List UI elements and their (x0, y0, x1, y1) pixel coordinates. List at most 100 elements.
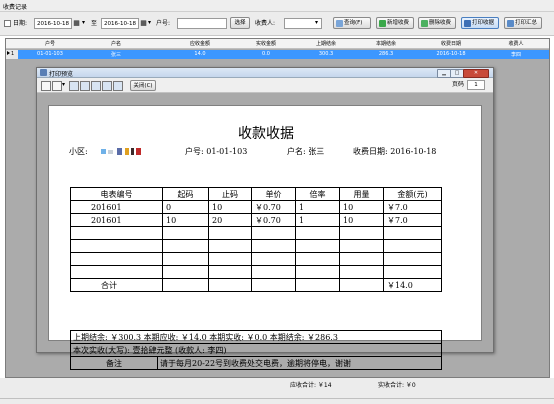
meter-table-cell (339, 226, 384, 240)
paid-row: 本次实收(大写): 壹拾肆元整 (收款人: 李四) (69, 343, 443, 357)
select-button[interactable]: 选择 (230, 17, 250, 29)
meter-table-cell (339, 252, 384, 266)
date-filter-checkbox[interactable] (4, 20, 11, 27)
table-row (70, 239, 442, 253)
meter-table-cell: 20 (208, 213, 252, 227)
meter-table-cell (251, 252, 296, 266)
account-label: 户号: 01-01-103 (185, 147, 247, 157)
column-header-collector[interactable]: 收费人 (486, 40, 546, 47)
meter-table-cell (383, 252, 442, 266)
date-label-text: 收费日期: (353, 147, 388, 156)
minimize-icon[interactable]: ▁ (437, 69, 451, 78)
meter-table-cell: ￥0.70 (251, 200, 296, 214)
table-row[interactable]: 1 01-01-103 张三 14.0 0.0 300.3 286.3 2016… (6, 50, 549, 59)
six-page-icon[interactable] (113, 81, 123, 91)
new-charge-button[interactable]: 新增收费 (376, 17, 414, 29)
account-input[interactable] (177, 18, 227, 29)
three-page-icon[interactable] (91, 81, 101, 91)
maximize-icon[interactable]: □ (450, 69, 464, 78)
row-number: 1 (11, 51, 15, 57)
zoom-icon[interactable] (52, 81, 62, 91)
cell-cur-balance[interactable]: 286.3 (356, 51, 416, 57)
receipt-footer-table: 上期结余: ￥300.3 本期应收: ￥14.0 本期实收: ￥0.0 本期结余… (69, 330, 443, 370)
column-header-prev-balance[interactable]: 上期结余 (296, 40, 356, 47)
remark-label: 备注 (70, 356, 158, 370)
meter-table-cell (383, 239, 442, 253)
window-title: 收费记录 (3, 4, 28, 11)
meter-table-cell (295, 226, 340, 240)
table-row (70, 265, 442, 279)
meter-table-cell (295, 239, 340, 253)
one-page-icon[interactable] (69, 81, 79, 91)
meter-table-cell (70, 239, 163, 253)
column-header-cur-balance[interactable]: 本期结余 (356, 40, 416, 47)
zoom-dropdown-icon[interactable]: ▾ (62, 81, 65, 89)
date-to-dropdown-icon[interactable]: ▾ (82, 19, 85, 27)
cell-collector[interactable]: 李四 (486, 51, 546, 58)
preview-titlebar: 打印预览 ▁ □ ✕ (37, 68, 493, 78)
cell-receivable[interactable]: 14.0 (170, 51, 230, 57)
to-label: 至 (91, 20, 98, 27)
add-icon (379, 20, 386, 27)
print-summary-button[interactable]: 打印汇总 (504, 17, 542, 29)
table-row: 201601 10 20 ￥0.70 1 10 ￥7.0 (70, 213, 442, 227)
cell-account[interactable]: 01-01-103 (20, 51, 80, 57)
date-to-field[interactable]: 2016-10-18 (101, 18, 139, 29)
meter-table-cell (162, 252, 209, 266)
meter-table-cell: 201601 (70, 200, 163, 214)
column-header-receivable[interactable]: 应收金额 (170, 40, 230, 47)
total-row-cell (295, 278, 340, 292)
meter-table-cell: ￥7.0 (383, 200, 442, 214)
total-row-cell (339, 278, 384, 292)
column-header-received[interactable]: 实收金额 (236, 40, 296, 47)
cell-received[interactable]: 0.0 (236, 51, 296, 57)
print-icon[interactable] (41, 81, 51, 91)
meter-table-cell (162, 239, 209, 253)
meter-table-cell (339, 239, 384, 253)
delete-icon (421, 20, 428, 27)
close-icon[interactable]: ✕ (463, 69, 489, 78)
receivable-total: 应收合计: ￥14 (290, 382, 332, 389)
meter-table-header-cell: 止码 (208, 187, 252, 201)
date-to-calendar-icon[interactable]: ▦ (139, 18, 148, 29)
print-receipt-label: 打印收据 (472, 20, 495, 26)
column-header-account[interactable]: 户号 (20, 40, 80, 47)
meter-table-cell (251, 226, 296, 240)
page-number-input[interactable]: 1 (467, 80, 485, 90)
cell-date[interactable]: 2016-10-18 (421, 51, 481, 57)
row-selector[interactable]: 1 (6, 50, 18, 59)
delete-charge-label: 删除收费 (429, 20, 452, 26)
received-total: 实收合计: ￥0 (378, 382, 416, 389)
meter-table-cell (251, 239, 296, 253)
column-header-name[interactable]: 户名 (86, 40, 146, 47)
meter-table-header-cell: 起码 (162, 187, 209, 201)
community-label: 小区: (69, 147, 88, 156)
column-header-date[interactable]: 收费日期 (421, 40, 481, 47)
close-preview-button[interactable]: 关闭(C) (130, 80, 156, 91)
preview-toolbar: ▾ 关闭(C) 页码 1 (37, 78, 493, 93)
meter-table-cell: 0 (162, 200, 209, 214)
date-from-field[interactable]: 2016-10-18 (34, 18, 72, 29)
query-button[interactable]: 查询(F) (333, 17, 371, 29)
collector-dropdown-icon[interactable]: ▾ (315, 19, 318, 27)
two-page-icon[interactable] (80, 81, 90, 91)
date-from-dropdown-icon[interactable]: ▦ (72, 18, 81, 29)
meter-table-cell (70, 252, 163, 266)
remark-row: 备注 请于每月20-22号到收费处交电费，逾期将停电，谢谢 (70, 356, 443, 370)
print-receipt-button[interactable]: 打印收据 (461, 17, 499, 29)
meter-table-body: 电表编号 起码 止码 单价 倍率 用量 金额(元) 201601 0 10 ￥0.70 1 10 ￥7.0… (70, 187, 442, 292)
meter-table-header-cell: 单价 (251, 187, 296, 201)
cell-name[interactable]: 张三 (86, 51, 146, 58)
cell-prev-balance[interactable]: 300.3 (296, 51, 356, 57)
delete-charge-button[interactable]: 删除收费 (418, 17, 456, 29)
meter-table-cell: ￥0.70 (251, 213, 296, 227)
four-page-icon[interactable] (102, 81, 112, 91)
meter-table-cell (208, 252, 252, 266)
date-to-chevron-icon[interactable]: ▾ (148, 19, 151, 27)
meter-table-cell (383, 265, 442, 279)
meter-table-cell: 10 (162, 213, 209, 227)
account-label: 户号: (156, 20, 171, 27)
table-row (70, 252, 442, 266)
meter-table-cell: 1 (295, 213, 340, 227)
meter-table-cell (208, 265, 252, 279)
